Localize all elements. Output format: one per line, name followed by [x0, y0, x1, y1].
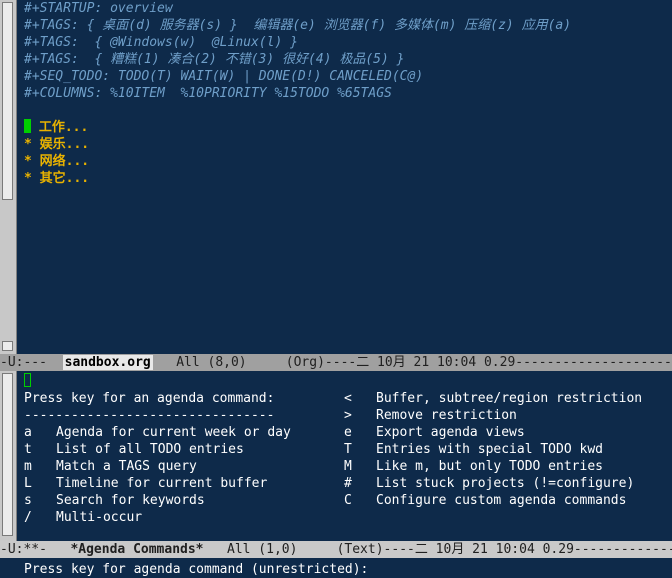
agenda-key-export[interactable]: e: [344, 424, 376, 441]
heading-star: *: [24, 137, 32, 152]
agenda-label-stuck: List stuck projects (!=configure): [376, 476, 635, 491]
agenda-label-tags: Match a TAGS query: [56, 459, 197, 474]
modeline-status: -U:---: [0, 355, 63, 370]
agenda-key-week[interactable]: a: [24, 424, 56, 441]
agenda-prompt: Press key for an agenda command:: [24, 391, 275, 406]
agenda-label-remove-restriction: Remove restriction: [376, 408, 517, 423]
tags-line-2: #+TAGS: { @Windows(w) @Linux(l) }: [24, 35, 298, 50]
minibuffer[interactable]: Press key for agenda command (unrestrict…: [0, 561, 672, 578]
modeline-buffer-name[interactable]: sandbox.org: [62, 355, 153, 370]
agenda-commands-window: Press key for an agenda command: < Buffer,…: [0, 371, 672, 541]
agenda-modeline[interactable]: -U:**- *Agenda Commands* All (1,0) (Text…: [0, 541, 672, 558]
modeline-mode[interactable]: (Text)----二 10月 21 10:04 0.29-----------…: [337, 542, 672, 557]
columns-line: #+COLUMNS: %10ITEM %10PRIORITY %15TODO %…: [24, 86, 392, 101]
modeline-buffer-name[interactable]: *Agenda Commands*: [70, 542, 203, 557]
agenda-label-timeline: Timeline for current buffer: [56, 476, 268, 491]
agenda-label-restriction: Buffer, subtree/region restriction: [376, 391, 643, 406]
agenda-label-special-todo: Entries with special TODO kwd: [376, 442, 603, 457]
org-buffer-scroll-thumb[interactable]: [2, 2, 13, 200]
modeline-mode[interactable]: (Org)----二 10月 21 10:04 0.29------------…: [286, 355, 672, 370]
org-heading-entertainment[interactable]: * 娱乐...: [24, 136, 672, 153]
agenda-label-configure: Configure custom agenda commands: [376, 493, 627, 508]
agenda-scrollbar[interactable]: [0, 371, 17, 541]
agenda-key-search[interactable]: s: [24, 492, 56, 509]
text-cursor: [24, 119, 31, 133]
agenda-key-remove-restriction[interactable]: >: [344, 407, 376, 424]
heading-title: 网络...: [31, 154, 90, 169]
agenda-key-tags[interactable]: m: [24, 458, 56, 475]
agenda-separator: --------------------------------: [24, 408, 275, 423]
agenda-key-timeline[interactable]: L: [24, 475, 56, 492]
text-cursor: [24, 373, 31, 387]
agenda-label-tags-todo: Like m, but only TODO entries: [376, 459, 603, 474]
org-buffer-scroll-end[interactable]: [2, 341, 13, 351]
org-buffer-modeline[interactable]: -U:--- sandbox.org All (8,0) (Org)----二 …: [0, 354, 672, 371]
org-heading-network[interactable]: * 网络...: [24, 153, 672, 170]
modeline-position: All (1,0): [203, 542, 337, 557]
agenda-key-stuck[interactable]: #: [344, 475, 376, 492]
heading-star: *: [24, 154, 32, 169]
agenda-key-todo[interactable]: t: [24, 441, 56, 458]
org-heading-work[interactable]: 工作...: [24, 119, 672, 136]
tags-line-1: #+TAGS: { 桌面(d) 服务器(s) } 编辑器(e) 浏览器(f) 多…: [24, 18, 572, 33]
seq-todo-line: #+SEQ_TODO: TODO(T) WAIT(W) | DONE(D!) C…: [24, 69, 424, 84]
agenda-key-special-todo[interactable]: T: [344, 441, 376, 458]
heading-star: *: [24, 171, 32, 186]
org-heading-other[interactable]: * 其它...: [24, 170, 672, 187]
agenda-label-search: Search for keywords: [56, 493, 205, 508]
agenda-key-multi-occur[interactable]: /: [24, 509, 56, 526]
org-buffer-scrollbar[interactable]: [0, 0, 17, 354]
org-buffer-text[interactable]: #+STARTUP: overview #+TAGS: { 桌面(d) 服务器(…: [24, 0, 672, 187]
agenda-key-restriction[interactable]: <: [344, 390, 376, 407]
tags-line-3: #+TAGS: { 糟糕(1) 凑合(2) 不错(3) 很好(4) 极品(5) …: [24, 52, 405, 67]
modeline-status: -U:**-: [0, 542, 71, 557]
agenda-commands-text[interactable]: Press key for an agenda command: < Buffer,…: [24, 373, 672, 526]
agenda-label-todo: List of all TODO entries: [56, 442, 244, 457]
modeline-position: All (8,0): [152, 355, 286, 370]
heading-title: 其它...: [31, 171, 90, 186]
heading-title: 工作...: [31, 120, 89, 135]
startup-line: #+STARTUP: overview: [24, 1, 173, 16]
agenda-scroll-thumb[interactable]: [2, 373, 13, 536]
org-buffer-window: #+STARTUP: overview #+TAGS: { 桌面(d) 服务器(…: [0, 0, 672, 354]
heading-title: 娱乐...: [31, 137, 90, 152]
agenda-label-export: Export agenda views: [376, 425, 525, 440]
agenda-label-week: Agenda for current week or day: [56, 425, 291, 440]
minibuffer-prompt: Press key for agenda command (unrestrict…: [24, 562, 369, 577]
agenda-key-configure[interactable]: C: [344, 492, 376, 509]
agenda-label-multi-occur: Multi-occur: [56, 510, 143, 525]
agenda-key-tags-todo[interactable]: M: [344, 458, 376, 475]
